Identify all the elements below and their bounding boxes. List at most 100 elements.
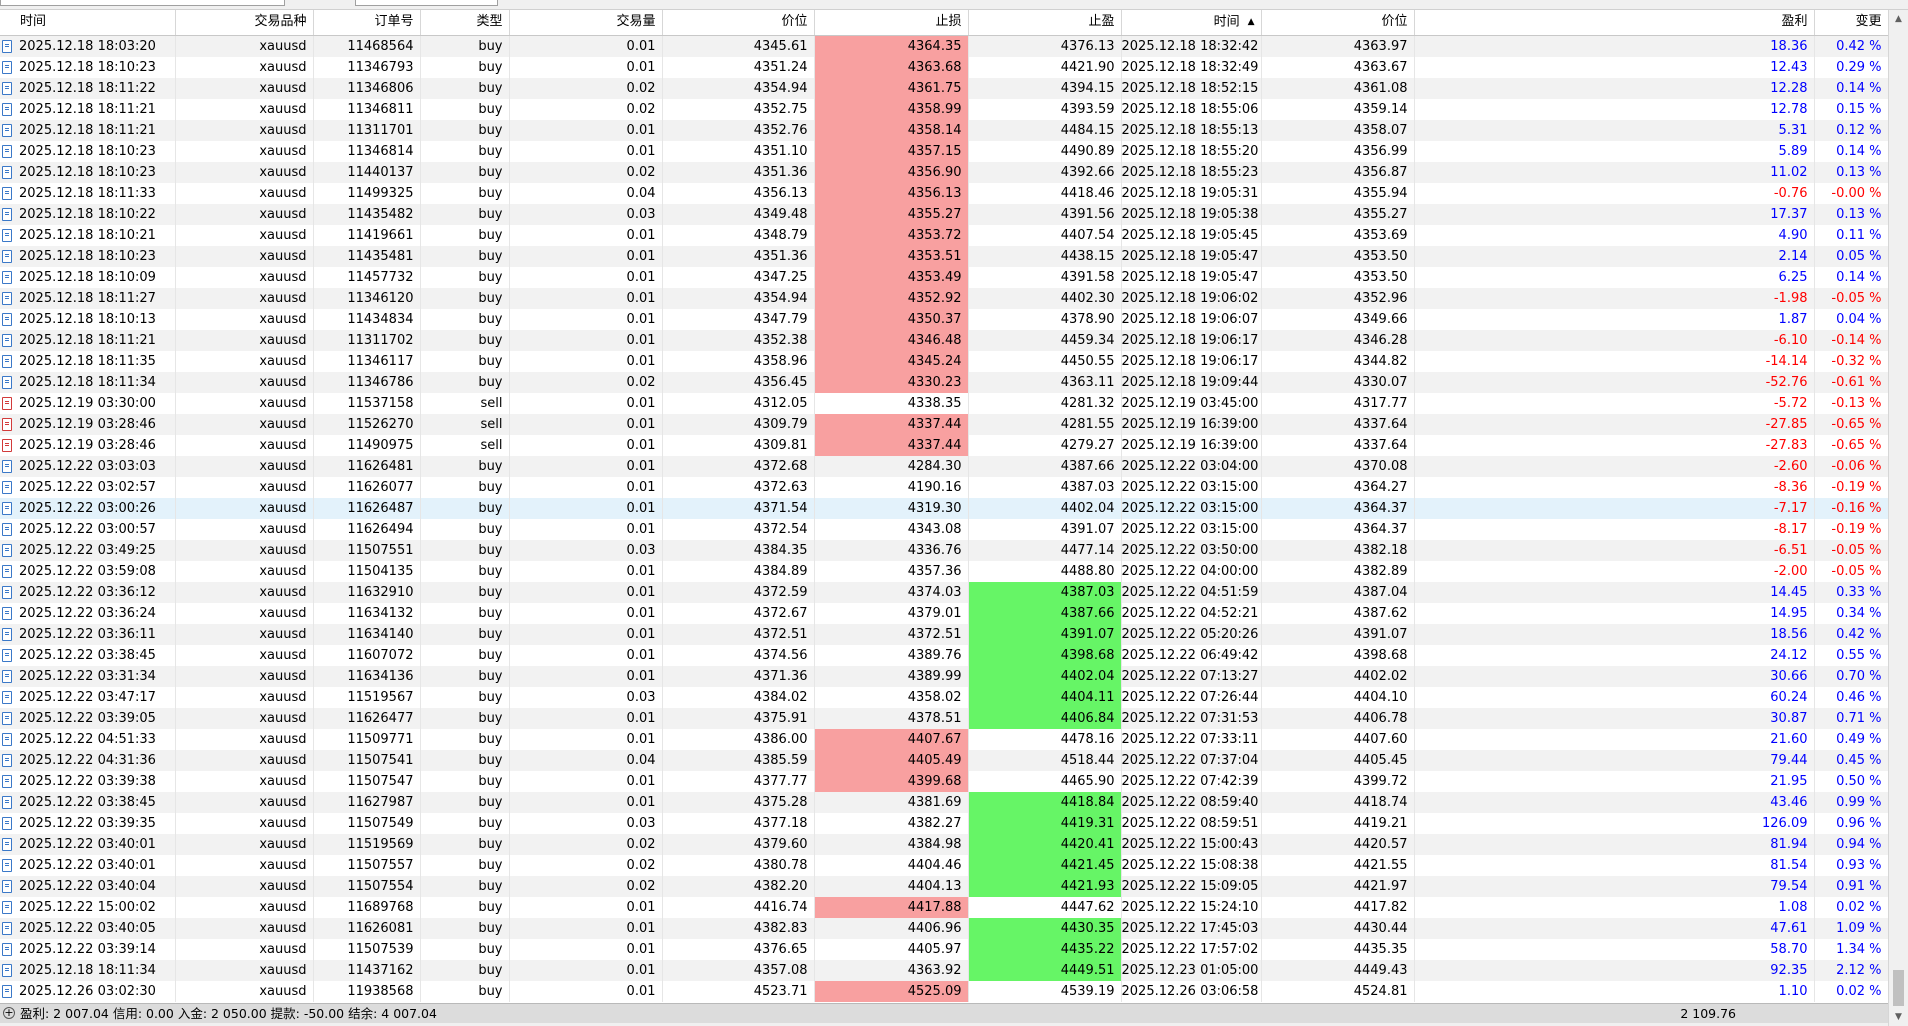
history-table: 时间 交易品种 订单号 类型 交易量 价位 止损 止盈 时间 ▲ 价位 盈利 变更… [0, 10, 1889, 1002]
scroll-down-arrow-icon[interactable]: ▼ [1889, 1008, 1908, 1026]
table-row[interactable]: 2025.12.18 18:11:21 xauusd 11346811 buy 0.02… [0, 98, 1889, 120]
cell-volume: 0.01 [509, 959, 663, 981]
table-row[interactable]: 2025.12.22 03:40:05 xauusd 11626081 buy 0.01… [0, 917, 1889, 939]
table-row[interactable]: 2025.12.22 03:49:25 xauusd 11507551 buy 0.03… [0, 539, 1889, 561]
table-row[interactable]: 2025.12.18 18:10:09 xauusd 11457732 buy 0.01… [0, 266, 1889, 288]
tab-strip-left[interactable] [0, 0, 285, 6]
cell-stop-loss: 4338.35 [814, 392, 969, 414]
col-header-change[interactable]: 变更 [1814, 10, 1889, 36]
col-header-close-time[interactable]: 时间 ▲ [1121, 10, 1262, 36]
table-row[interactable]: 2025.12.22 03:31:34 xauusd 11634136 buy 0.01… [0, 665, 1889, 687]
cell-open-price: 4356.13 [662, 182, 815, 204]
table-row[interactable]: 2025.12.22 03:47:17 xauusd 11519567 buy 0.03… [0, 686, 1889, 708]
col-header-stop-loss[interactable]: 止损 [814, 10, 969, 36]
cell-open-time: 2025.12.22 03:02:57 [0, 476, 176, 498]
table-row[interactable]: 2025.12.22 03:40:01 xauusd 11519569 buy 0.02… [0, 833, 1889, 855]
col-header-open-time[interactable]: 时间 [0, 10, 176, 36]
cell-stop-loss: 4346.48 [814, 329, 969, 351]
cell-ticket: 11626487 [313, 497, 421, 519]
col-header-profit[interactable]: 盈利 [1414, 10, 1815, 36]
table-row[interactable]: 2025.12.18 18:10:23 xauusd 11346793 buy 0.01… [0, 56, 1889, 78]
cell-close-price: 4359.14 [1261, 98, 1415, 120]
deal-buy-icon [2, 102, 12, 116]
cell-symbol: xauusd [175, 413, 314, 435]
table-row[interactable]: 2025.12.22 03:02:57 xauusd 11626077 buy 0.01… [0, 476, 1889, 498]
cell-close-price: 4355.94 [1261, 182, 1415, 204]
cell-symbol: xauusd [175, 119, 314, 141]
cell-stop-loss: 4356.90 [814, 161, 969, 183]
table-row[interactable]: 2025.12.18 18:11:22 xauusd 11346806 buy 0.02… [0, 77, 1889, 99]
col-header-type[interactable]: 类型 [420, 10, 510, 36]
cell-symbol: xauusd [175, 560, 314, 582]
table-row[interactable]: 2025.12.18 18:10:23 xauusd 11435481 buy 0.01… [0, 245, 1889, 267]
cell-ticket: 11627987 [313, 791, 421, 813]
table-row[interactable]: 2025.12.22 03:39:38 xauusd 11507547 buy 0.01… [0, 770, 1889, 792]
table-row[interactable]: 2025.12.18 18:11:21 xauusd 11311702 buy 0.01… [0, 329, 1889, 351]
vertical-scrollbar[interactable]: ▲ ▼ [1888, 10, 1908, 1026]
table-row[interactable]: 2025.12.22 03:03:03 xauusd 11626481 buy 0.01… [0, 455, 1889, 477]
table-row[interactable]: 2025.12.19 03:30:00 xauusd 11537158 sell 0.0… [0, 392, 1889, 414]
table-row[interactable]: 2025.12.22 03:36:24 xauusd 11634132 buy 0.01… [0, 602, 1889, 624]
table-row[interactable]: 2025.12.18 18:11:35 xauusd 11346117 buy 0.01… [0, 350, 1889, 372]
table-row[interactable]: 2025.12.18 18:10:22 xauusd 11435482 buy 0.03… [0, 203, 1889, 225]
table-row[interactable]: 2025.12.18 18:10:13 xauusd 11434834 buy 0.01… [0, 308, 1889, 330]
table-row[interactable]: 2025.12.19 03:28:46 xauusd 11526270 sell 0.0… [0, 413, 1889, 435]
table-row[interactable]: 2025.12.22 03:38:45 xauusd 11607072 buy 0.01… [0, 644, 1889, 666]
cell-open-price: 4386.00 [662, 728, 815, 750]
table-row[interactable]: 2025.12.22 15:00:02 xauusd 11689768 buy 0.01… [0, 896, 1889, 918]
cell-symbol: xauusd [175, 77, 314, 99]
col-header-volume[interactable]: 交易量 [509, 10, 663, 36]
cell-open-time: 2025.12.18 18:10:23 [0, 245, 176, 267]
col-header-open-price[interactable]: 价位 [662, 10, 815, 36]
table-row[interactable]: 2025.12.22 03:40:04 xauusd 11507554 buy 0.02… [0, 875, 1889, 897]
table-row[interactable]: 2025.12.22 03:00:57 xauusd 11626494 buy 0.01… [0, 518, 1889, 540]
table-row[interactable]: 2025.12.22 04:31:36 xauusd 11507541 buy 0.04… [0, 749, 1889, 771]
table-row[interactable]: 2025.12.22 03:59:08 xauusd 11504135 buy 0.01… [0, 560, 1889, 582]
cell-type: buy [420, 623, 510, 645]
table-row[interactable]: 2025.12.22 03:39:05 xauusd 11626477 buy 0.01… [0, 707, 1889, 729]
table-row[interactable]: 2025.12.18 18:11:27 xauusd 11346120 buy 0.01… [0, 287, 1889, 309]
table-row[interactable]: 2025.12.22 03:36:11 xauusd 11634140 buy 0.01… [0, 623, 1889, 645]
col-header-ticket[interactable]: 订单号 [313, 10, 421, 36]
col-header-close-price[interactable]: 价位 [1261, 10, 1415, 36]
table-row[interactable]: 2025.12.22 03:39:35 xauusd 11507549 buy 0.03… [0, 812, 1889, 834]
table-row[interactable]: 2025.12.22 03:00:26 xauusd 11626487 buy 0.01… [0, 497, 1889, 519]
open-time-text: 2025.12.22 04:51:33 [19, 731, 156, 747]
scroll-thumb[interactable] [1893, 970, 1904, 1006]
table-row[interactable]: 2025.12.18 18:10:23 xauusd 11440137 buy 0.02… [0, 161, 1889, 183]
cell-take-profit: 4387.66 [968, 455, 1122, 477]
table-row[interactable]: 2025.12.18 18:03:20 xauusd 11468564 buy 0.01… [0, 35, 1889, 57]
col-header-take-profit[interactable]: 止盈 [968, 10, 1122, 36]
table-row[interactable]: 2025.12.22 03:38:45 xauusd 11627987 buy 0.01… [0, 791, 1889, 813]
open-time-text: 2025.12.22 03:40:01 [19, 857, 156, 873]
table-row[interactable]: 2025.12.18 18:11:34 xauusd 11437162 buy 0.01… [0, 959, 1889, 981]
cell-symbol: xauusd [175, 182, 314, 204]
table-row[interactable]: 2025.12.22 03:39:14 xauusd 11507539 buy 0.01… [0, 938, 1889, 960]
table-row[interactable]: 2025.12.22 04:51:33 xauusd 11509771 buy 0.01… [0, 728, 1889, 750]
table-row[interactable]: 2025.12.18 18:10:21 xauusd 11419661 buy 0.01… [0, 224, 1889, 246]
table-row[interactable]: 2025.12.18 18:11:34 xauusd 11346786 buy 0.02… [0, 371, 1889, 393]
table-row[interactable]: 2025.12.22 03:40:01 xauusd 11507557 buy 0.02… [0, 854, 1889, 876]
cell-volume: 0.01 [509, 623, 663, 645]
table-row[interactable]: 2025.12.22 03:36:12 xauusd 11632910 buy 0.01… [0, 581, 1889, 603]
cell-profit: 79.54 [1414, 875, 1815, 897]
table-row[interactable]: 2025.12.19 03:28:46 xauusd 11490975 sell 0.0… [0, 434, 1889, 456]
cell-close-time: 2025.12.19 16:39:00 [1121, 413, 1262, 435]
cell-open-price: 4372.67 [662, 602, 815, 624]
deal-buy-icon [2, 354, 12, 368]
cell-open-time: 2025.12.22 03:03:03 [0, 455, 176, 477]
cell-volume: 0.01 [509, 917, 663, 939]
cell-stop-loss: 4358.14 [814, 119, 969, 141]
cell-ticket: 11507557 [313, 854, 421, 876]
cell-type: buy [420, 728, 510, 750]
scroll-up-arrow-icon[interactable]: ▲ [1889, 10, 1908, 28]
table-row[interactable]: 2025.12.26 03:02:30 xauusd 11938568 buy 0.01… [0, 980, 1889, 1002]
tab-strip-active[interactable] [355, 0, 498, 6]
col-header-symbol[interactable]: 交易品种 [175, 10, 314, 36]
cell-volume: 0.03 [509, 812, 663, 834]
table-row[interactable]: 2025.12.18 18:10:23 xauusd 11346814 buy 0.01… [0, 140, 1889, 162]
table-row[interactable]: 2025.12.18 18:11:33 xauusd 11499325 buy 0.04… [0, 182, 1889, 204]
expand-plus-icon[interactable]: + [3, 1007, 15, 1019]
cell-type: buy [420, 497, 510, 519]
table-row[interactable]: 2025.12.18 18:11:21 xauusd 11311701 buy 0.01… [0, 119, 1889, 141]
